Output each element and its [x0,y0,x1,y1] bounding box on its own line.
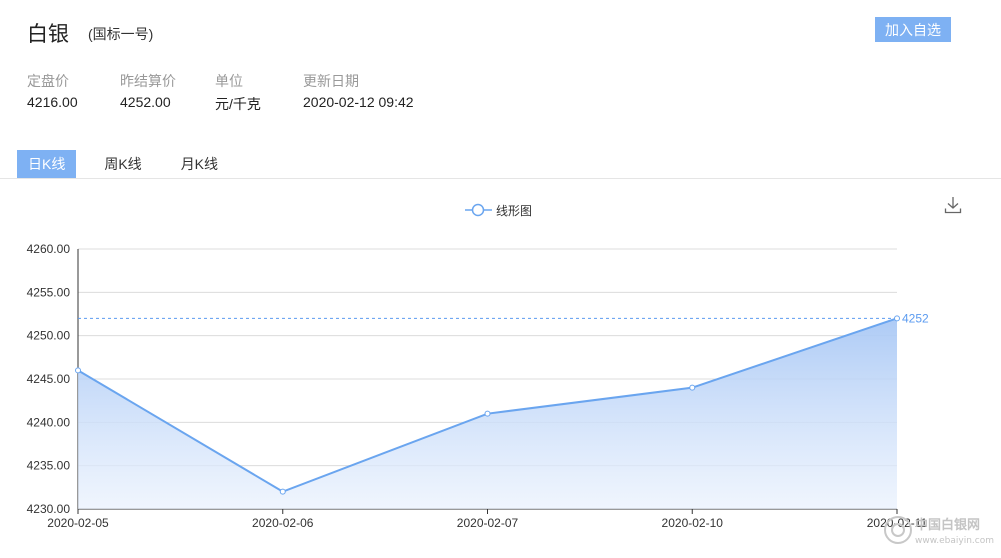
data-point[interactable] [75,367,81,374]
y-tick-label: 4245.00 [27,372,71,386]
watermark-logo: 中国白银网 www.ebaiyin.com [884,516,994,546]
info-value: 4252.00 [120,94,171,110]
page-title: 白银 [27,23,69,46]
tab-daily-k[interactable]: 日K线 [17,150,77,179]
add-to-watchlist-button[interactable]: 加入自选 [875,17,951,42]
info-label: 昨结算价 [120,73,176,89]
x-axis: 2020-02-05 2020-02-06 2020-02-07 2020-02-10… [47,509,928,530]
y-tick-label: 4230.00 [27,502,71,516]
y-tick-label: 4250.00 [27,329,71,343]
info-item-fixing-price: 定盘价 4216.00 [27,71,78,110]
info-item-prev-settlement: 昨结算价 4252.00 [120,71,176,110]
data-point[interactable] [279,488,286,495]
info-item-update-date: 更新日期 2020-02-12 09:42 [303,71,414,110]
legend-label: 线形图 [496,204,532,218]
info-value: 4216.00 [27,94,78,110]
period-tabs: 日K线 周K线 月K线 [17,150,246,179]
tab-monthly-k[interactable]: 月K线 [170,150,229,179]
y-tick-label: 4260.00 [27,242,71,256]
data-point[interactable] [894,315,900,322]
x-tick-label: 2020-02-10 [662,516,724,530]
data-point[interactable] [689,384,696,391]
chart-legend[interactable]: 线形图 [465,203,532,218]
info-item-unit: 单位 元/千克 [215,71,261,114]
page-subtitle: (国标一号) [88,26,154,42]
y-tick-label: 4235.00 [27,459,71,473]
markline-label: 4252 [902,311,929,325]
info-value: 2020-02-12 09:42 [303,94,414,110]
data-point[interactable] [484,410,491,417]
x-tick-label: 2020-02-07 [457,516,519,530]
line-chart: 线形图 4230.004235.004240.004245.004250.004… [27,203,929,530]
tab-weekly-k[interactable]: 周K线 [93,150,152,179]
info-label: 单位 [215,73,243,89]
x-tick-label: 2020-02-06 [252,516,314,530]
info-label: 定盘价 [27,73,69,89]
info-label: 更新日期 [303,73,359,89]
svg-text:中国白银网: 中国白银网 [915,517,980,533]
y-axis: 4230.00 4235.00 4240.00 4245.00 4250.00 4255.… [27,242,79,516]
tab-divider [0,178,1001,179]
y-tick-label: 4255.00 [27,285,71,299]
info-value: 元/千克 [215,96,261,112]
y-tick-label: 4240.00 [27,415,71,429]
svg-text:www.ebaiyin.com: www.ebaiyin.com [915,536,994,546]
x-tick-label: 2020-02-05 [47,516,109,530]
